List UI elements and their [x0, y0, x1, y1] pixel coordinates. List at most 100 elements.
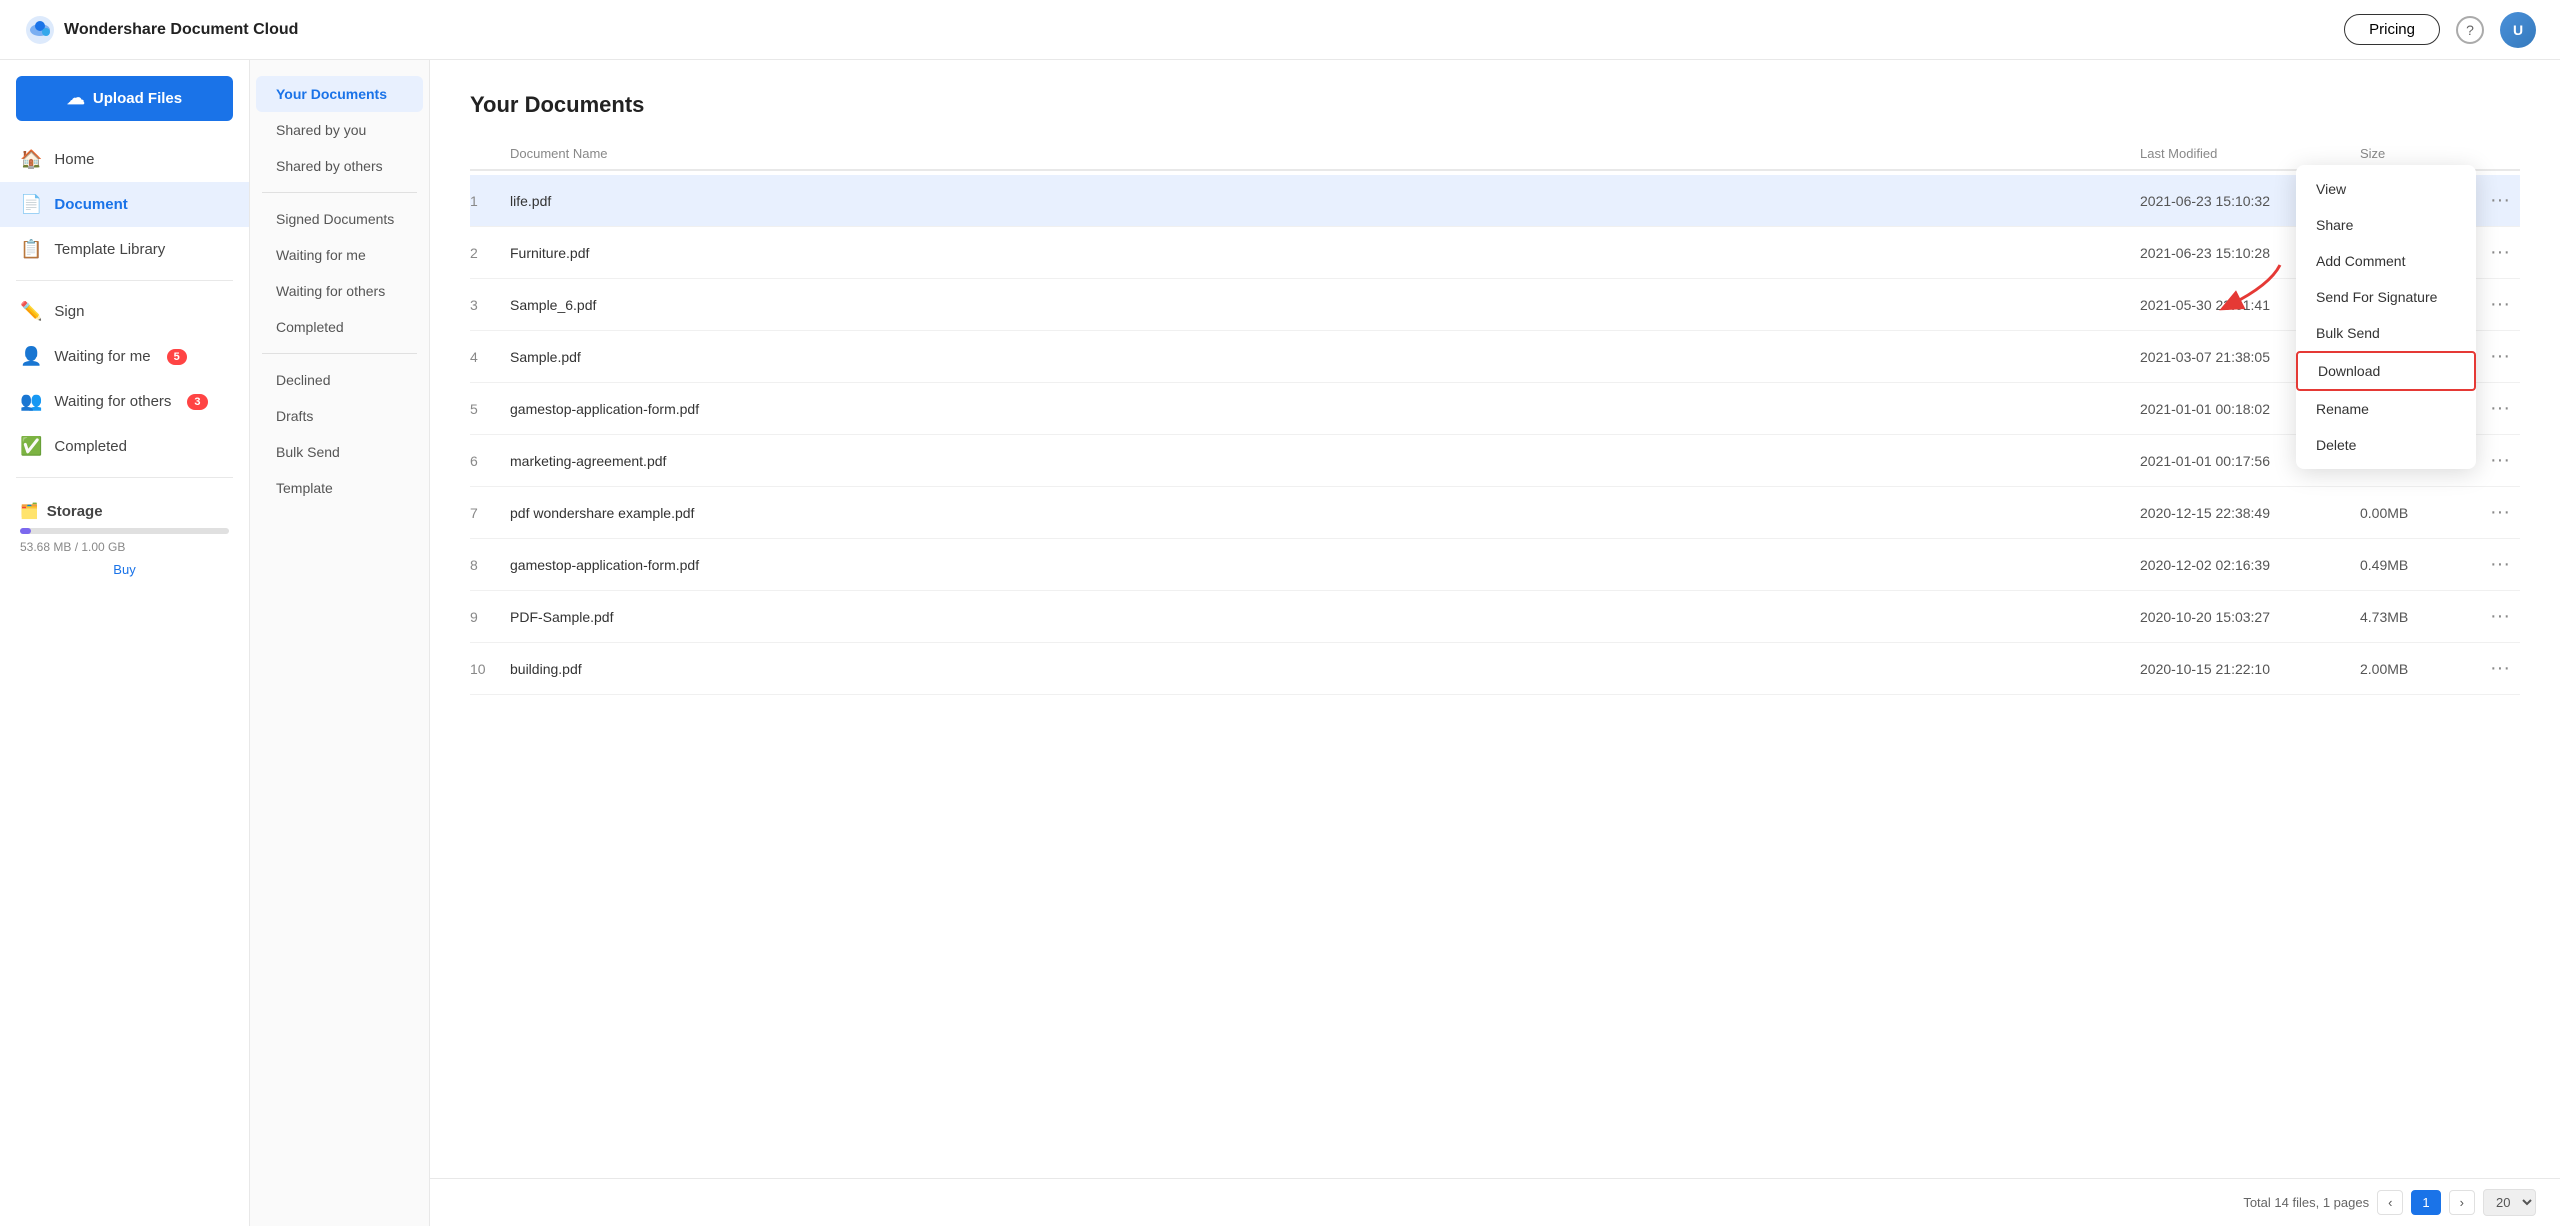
waiting-me-icon: 👤	[20, 346, 42, 367]
row-more-btn-4[interactable]: ···	[2480, 397, 2520, 420]
app-logo: Wondershare Document Cloud	[24, 14, 298, 46]
row-name-0: life.pdf	[510, 193, 2140, 209]
sign-icon: ✏️	[20, 301, 42, 322]
row-name-2: Sample_6.pdf	[510, 297, 2140, 313]
page-title: Your Documents	[470, 92, 2520, 118]
sidebar-item-waiting-others-label: Waiting for others	[54, 393, 171, 410]
sidebar-item-completed-label: Completed	[54, 438, 127, 455]
row-more-btn-5[interactable]: ···	[2480, 449, 2520, 472]
sidebar-item-template-library[interactable]: 📋 Template Library	[0, 227, 249, 272]
sidebar-item-waiting-for-me[interactable]: 👤 Waiting for me 5	[0, 334, 249, 379]
row-more-btn-8[interactable]: ···	[2480, 605, 2520, 628]
storage-pie-icon: 🗂️	[20, 502, 39, 520]
row-more-btn-7[interactable]: ···	[2480, 553, 2520, 576]
app-name: Wondershare Document Cloud	[64, 21, 298, 39]
sidebar-item-home[interactable]: 🏠 Home	[0, 137, 249, 182]
pagination-prev[interactable]: ‹	[2377, 1190, 2403, 1215]
context-menu-item-send-for-signature[interactable]: Send For Signature	[2296, 279, 2476, 315]
pagination-total-text: Total 14 files, 1 pages	[2243, 1195, 2369, 1210]
sidebar-item-sign-label: Sign	[54, 303, 84, 320]
row-more-btn-3[interactable]: ···	[2480, 345, 2520, 368]
table-row: 9 PDF-Sample.pdf 2020-10-20 15:03:27 4.7…	[470, 591, 2520, 643]
sub-sidebar-declined[interactable]: Declined	[256, 362, 423, 398]
sub-sidebar-waiting-for-others[interactable]: Waiting for others	[256, 273, 423, 309]
pagination-page[interactable]: 1	[2411, 1190, 2440, 1215]
sidebar-item-sign[interactable]: ✏️ Sign	[0, 289, 249, 334]
row-name-3: Sample.pdf	[510, 349, 2140, 365]
table-row: 7 pdf wondershare example.pdf 2020-12-15…	[470, 487, 2520, 539]
pagination-per-page[interactable]: 20 50	[2483, 1189, 2536, 1216]
context-menu-item-download[interactable]: Download	[2296, 351, 2476, 391]
context-menu-item-share[interactable]: Share	[2296, 207, 2476, 243]
sub-sidebar-signed-documents[interactable]: Signed Documents	[256, 201, 423, 237]
sidebar-item-completed[interactable]: ✅ Completed	[0, 424, 249, 469]
col-last-modified: Last Modified	[2140, 146, 2360, 161]
row-more-btn-6[interactable]: ···	[2480, 501, 2520, 524]
sub-sidebar-shared-by-others[interactable]: Shared by others	[256, 148, 423, 184]
row-more-btn-2[interactable]: ···	[2480, 293, 2520, 316]
sidebar-item-waiting-me-label: Waiting for me	[54, 348, 150, 365]
row-size-7: 0.49MB	[2360, 557, 2480, 573]
sidebar-nav: 🏠 Home 📄 Document 📋 Template Library ✏️ …	[0, 137, 249, 486]
sub-sidebar-divider-1	[262, 192, 417, 193]
table-row: 1 life.pdf 2021-06-23 15:10:32 3.32MB ··…	[470, 175, 2520, 227]
document-icon: 📄	[20, 194, 42, 215]
completed-icon: ✅	[20, 436, 42, 457]
row-date-9: 2020-10-15 21:22:10	[2140, 661, 2360, 677]
upload-label: Upload Files	[93, 90, 182, 107]
table-row: 3 Sample_6.pdf 2021-05-30 23:01:41 33.39…	[470, 279, 2520, 331]
upload-icon: ☁	[67, 88, 85, 109]
sidebar-item-document[interactable]: 📄 Document	[0, 182, 249, 227]
sub-sidebar-completed[interactable]: Completed	[256, 309, 423, 345]
storage-label: Storage	[47, 503, 103, 520]
context-menu-item-delete[interactable]: Delete	[2296, 427, 2476, 463]
sidebar-divider-2	[16, 477, 233, 478]
main-inner: Your Documents Document Name Last Modifi…	[430, 60, 2560, 777]
col-size: Size	[2360, 146, 2480, 161]
upload-btn-wrap: ☁ Upload Files	[0, 76, 249, 137]
waiting-me-badge: 5	[167, 349, 187, 365]
sub-sidebar-shared-by-you[interactable]: Shared by you	[256, 112, 423, 148]
row-more-btn-0[interactable]: ···	[2480, 189, 2520, 212]
upload-button[interactable]: ☁ Upload Files	[16, 76, 233, 121]
sub-sidebar-bulk-send[interactable]: Bulk Send	[256, 434, 423, 470]
row-more-btn-9[interactable]: ···	[2480, 657, 2520, 680]
waiting-others-icon: 👥	[20, 391, 42, 412]
table-row: 8 gamestop-application-form.pdf 2020-12-…	[470, 539, 2520, 591]
help-button[interactable]: ?	[2456, 16, 2484, 44]
table-row: 2 Furniture.pdf 2021-06-23 15:10:28 2.63…	[470, 227, 2520, 279]
context-menu-item-view[interactable]: View	[2296, 171, 2476, 207]
sidebar-item-template-library-label: Template Library	[54, 241, 165, 258]
row-name-9: building.pdf	[510, 661, 2140, 677]
sidebar-item-waiting-for-others[interactable]: 👥 Waiting for others 3	[0, 379, 249, 424]
row-date-8: 2020-10-20 15:03:27	[2140, 609, 2360, 625]
row-more-btn-1[interactable]: ···	[2480, 241, 2520, 264]
row-num-7: 8	[470, 557, 510, 573]
row-name-7: gamestop-application-form.pdf	[510, 557, 2140, 573]
waiting-others-badge: 3	[187, 394, 207, 410]
row-num-2: 3	[470, 297, 510, 313]
table-header: Document Name Last Modified Size	[470, 138, 2520, 171]
logo-icon	[24, 14, 56, 46]
sub-sidebar-your-documents[interactable]: Your Documents	[256, 76, 423, 112]
main-content: Your Documents Document Name Last Modifi…	[430, 60, 2560, 1226]
sub-sidebar-waiting-for-me[interactable]: Waiting for me	[256, 237, 423, 273]
row-num-1: 2	[470, 245, 510, 261]
pricing-button[interactable]: Pricing	[2344, 14, 2440, 45]
context-menu-item-add-comment[interactable]: Add Comment	[2296, 243, 2476, 279]
sub-sidebar-drafts[interactable]: Drafts	[256, 398, 423, 434]
context-menu-item-bulk-send[interactable]: Bulk Send	[2296, 315, 2476, 351]
col-actions	[2480, 146, 2520, 161]
context-menu-item-rename[interactable]: Rename	[2296, 391, 2476, 427]
col-doc-name: Document Name	[510, 146, 2140, 161]
row-date-7: 2020-12-02 02:16:39	[2140, 557, 2360, 573]
main-layout: ☁ Upload Files 🏠 Home 📄 Document 📋 Templ…	[0, 60, 2560, 1226]
user-avatar[interactable]: U	[2500, 12, 2536, 48]
row-num-6: 7	[470, 505, 510, 521]
buy-button[interactable]: Buy	[20, 562, 229, 577]
row-num-5: 6	[470, 453, 510, 469]
template-library-icon: 📋	[20, 239, 42, 260]
sub-sidebar-template[interactable]: Template	[256, 470, 423, 506]
pagination-next[interactable]: ›	[2449, 1190, 2475, 1215]
row-size-6: 0.00MB	[2360, 505, 2480, 521]
